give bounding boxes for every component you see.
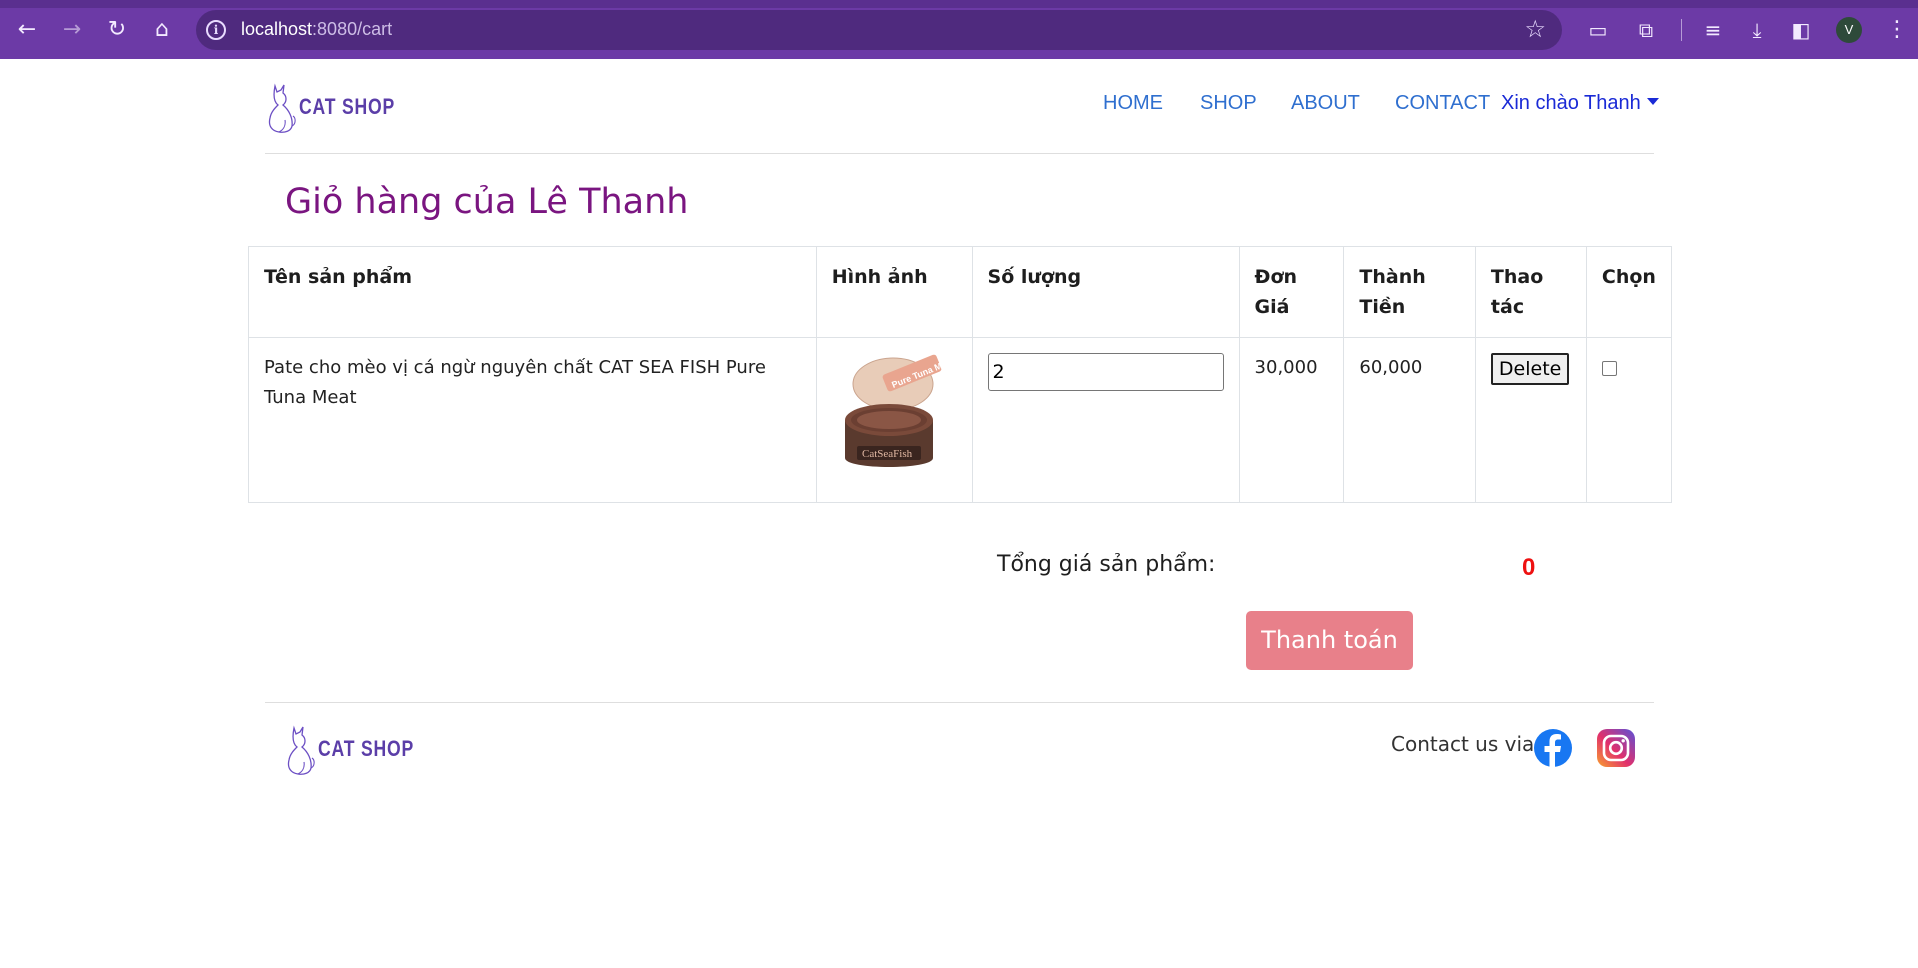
footer-logo[interactable]: CAT SHOP: [284, 722, 438, 776]
page-title: Giỏ hàng của Lê Thanh: [285, 182, 689, 222]
home-icon[interactable]: ⌂: [147, 15, 177, 45]
table-header-row: Tên sản phẩm Hình ảnh Số lượng Đơn Giá T…: [248, 246, 1673, 338]
nav-shop-link[interactable]: SHOP: [1200, 92, 1257, 115]
site-info-icon[interactable]: i: [206, 20, 226, 40]
caret-down-icon: [1646, 98, 1659, 106]
media-control-icon[interactable]: ≡: [1700, 17, 1726, 43]
url-text[interactable]: localhost:8080/cart: [241, 19, 392, 40]
instagram-icon[interactable]: [1596, 728, 1636, 768]
column-header-action: Thao tác: [1474, 246, 1587, 338]
quantity-input[interactable]: [987, 353, 1224, 391]
toolbar-separator: [1681, 19, 1682, 41]
greeting-text: Xin chào Thanh: [1501, 92, 1641, 114]
column-header-select: Chọn: [1585, 246, 1673, 338]
product-image-cell: Pure Tuna Meat CatSeaFish: [815, 337, 973, 503]
cat-logo-icon: [287, 725, 315, 775]
checkout-button[interactable]: Thanh toán: [1246, 611, 1413, 670]
contact-text: Contact us via: [1391, 732, 1535, 756]
user-dropdown[interactable]: Xin chào Thanh: [1501, 92, 1659, 115]
cast-icon[interactable]: ▭: [1585, 17, 1611, 43]
more-menu-icon[interactable]: ⋮: [1886, 17, 1908, 43]
back-icon[interactable]: ←: [12, 15, 42, 45]
select-checkbox[interactable]: [1601, 361, 1617, 376]
total-value: 0: [1522, 554, 1536, 581]
tab-strip: [0, 0, 1918, 8]
nav-about-link[interactable]: ABOUT: [1291, 92, 1360, 115]
url-host: localhost: [241, 19, 313, 39]
extensions-icon[interactable]: ⧉: [1633, 17, 1659, 43]
header-logo[interactable]: CAT SHOP: [265, 80, 419, 134]
table-row: Pate cho mèo vị cá ngừ nguyên chất CAT S…: [248, 337, 1673, 503]
nav-home-link[interactable]: HOME: [1103, 92, 1163, 115]
product-image: Pure Tuna Meat CatSeaFish: [844, 354, 955, 467]
cart-table: Tên sản phẩm Hình ảnh Số lượng Đơn Giá T…: [248, 246, 1673, 503]
column-header-image: Hình ảnh: [815, 246, 973, 338]
column-header-name: Tên sản phẩm: [248, 246, 817, 338]
logo-text: CAT SHOP: [299, 94, 396, 119]
facebook-icon[interactable]: [1533, 728, 1573, 768]
reload-icon[interactable]: ↻: [102, 15, 132, 45]
unit-price: 30,000: [1238, 337, 1345, 503]
column-header-unit-price: Đơn Giá: [1238, 246, 1345, 338]
product-image-brand: CatSeaFish: [862, 448, 913, 460]
column-header-line-total: Thành Tiền: [1343, 246, 1476, 338]
line-total: 60,000: [1343, 337, 1476, 503]
footer-logo-text: CAT SHOP: [318, 736, 415, 761]
browser-toolbar: ← → ↻ ⌂ i localhost:8080/cart ☆ ▭ ⧉ ≡ ⤓ …: [0, 0, 1918, 59]
select-cell: [1585, 337, 1673, 503]
bookmark-star-icon[interactable]: ☆: [1524, 15, 1546, 43]
profile-avatar[interactable]: V: [1836, 17, 1862, 43]
action-cell: Delete: [1474, 337, 1587, 503]
total-label: Tổng giá sản phẩm:: [997, 552, 1216, 577]
url-path: :8080/cart: [312, 19, 393, 39]
delete-button[interactable]: Delete: [1490, 353, 1570, 385]
header-divider: [265, 153, 1654, 154]
address-bar[interactable]: i localhost:8080/cart ☆: [196, 10, 1562, 50]
footer-divider: [265, 702, 1654, 703]
cat-logo-icon: [268, 83, 296, 133]
download-icon[interactable]: ⤓: [1744, 17, 1770, 43]
quantity-cell: [971, 337, 1240, 503]
side-panel-icon[interactable]: ◧: [1788, 17, 1814, 43]
column-header-quantity: Số lượng: [971, 246, 1240, 338]
forward-icon[interactable]: →: [57, 15, 87, 45]
product-name: Pate cho mèo vị cá ngừ nguyên chất CAT S…: [248, 337, 817, 503]
nav-contact-link[interactable]: CONTACT: [1395, 92, 1490, 115]
